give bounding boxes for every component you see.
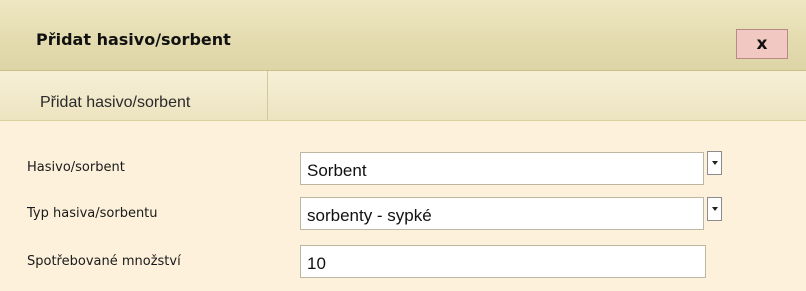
chevron-down-icon [712, 161, 718, 165]
dialog-titlebar: Přidat hasivo/sorbent x [0, 0, 806, 71]
chevron-down-icon [712, 207, 718, 211]
agent-type-select[interactable]: sorbenty - sypké [300, 197, 704, 230]
agent-select-value: Sorbent [307, 161, 367, 180]
agent-type-select-value: sorbenty - sypké [307, 206, 432, 225]
quantity-input[interactable]: 10 [300, 245, 706, 278]
dialog-title: Přidat hasivo/sorbent [36, 30, 231, 49]
agent-label: Hasivo/sorbent [27, 160, 125, 175]
agent-select[interactable]: Sorbent [300, 152, 704, 185]
tab-add-agent-label: Přidat hasivo/sorbent [40, 94, 191, 111]
tab-add-agent[interactable]: Přidat hasivo/sorbent [0, 71, 268, 120]
quantity-label: Spotřebované množství [27, 254, 181, 269]
close-button[interactable]: x [736, 29, 788, 59]
quantity-input-value: 10 [307, 254, 326, 273]
agent-type-dropdown-button[interactable] [707, 197, 722, 221]
tab-bar: Přidat hasivo/sorbent [0, 71, 806, 121]
agent-dropdown-button[interactable] [707, 151, 722, 175]
add-agent-dialog: Přidat hasivo/sorbent x Přidat hasivo/so… [0, 0, 806, 291]
agent-type-label: Typ hasiva/sorbentu [27, 206, 158, 221]
